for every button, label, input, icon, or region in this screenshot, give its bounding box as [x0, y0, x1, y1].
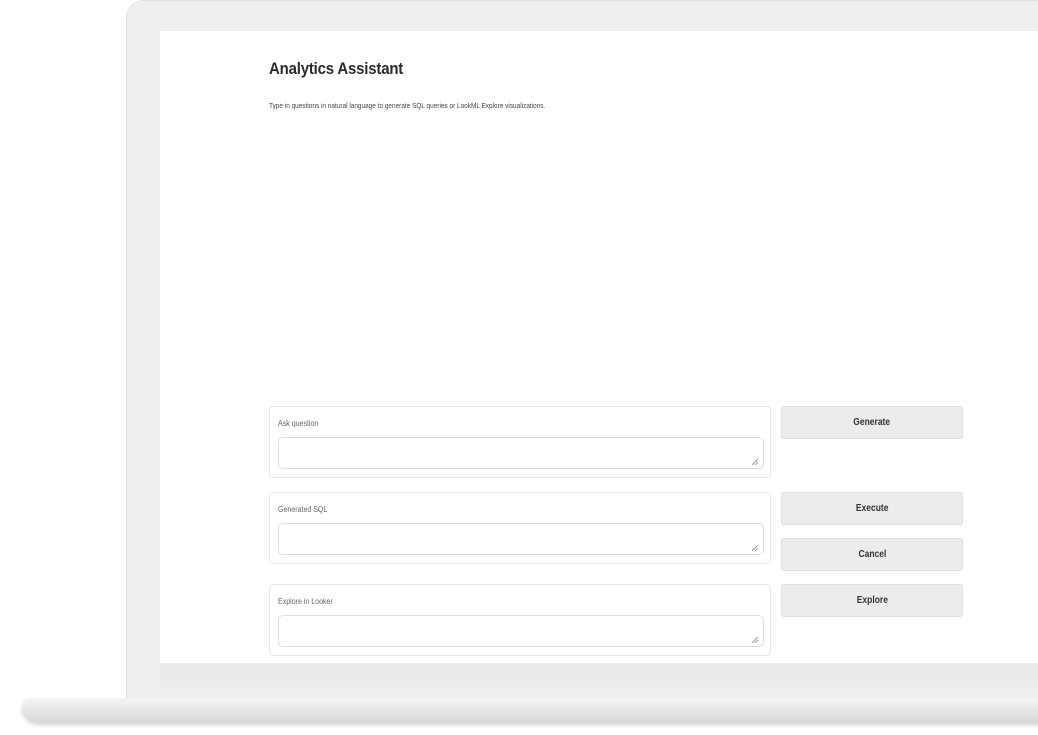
cancel-button-label: Cancel: [858, 549, 886, 560]
execute-button-label: Execute: [855, 503, 889, 514]
page-title: Analytics Assistant: [269, 59, 404, 78]
explore-button[interactable]: Explore: [781, 584, 963, 617]
cancel-button[interactable]: Cancel: [781, 538, 963, 571]
explore-in-looker-panel: Explore in Looker: [269, 584, 771, 656]
laptop-bezel-bottom: [160, 663, 1038, 687]
laptop-screen: Analytics Assistant Type in questions in…: [160, 31, 1038, 663]
explore-in-looker-input[interactable]: [278, 615, 764, 647]
execute-button[interactable]: Execute: [781, 492, 963, 525]
explore-in-looker-label: Explore in Looker: [278, 597, 333, 606]
explore-button-label: Explore: [856, 595, 888, 606]
generate-button[interactable]: Generate: [781, 406, 963, 439]
generate-button-label: Generate: [853, 417, 891, 428]
ask-question-input[interactable]: [278, 437, 764, 469]
ask-question-panel: Ask question: [269, 406, 771, 478]
laptop-base: [22, 698, 1038, 722]
ask-question-label: Ask question: [278, 419, 319, 428]
generated-sql-label: Generated SQL: [278, 505, 328, 514]
laptop-mockup: Analytics Assistant Type in questions in…: [0, 0, 1038, 735]
generated-sql-input[interactable]: [278, 523, 764, 555]
generated-sql-panel: Generated SQL: [269, 492, 771, 564]
page-subtitle: Type in questions in natural language to…: [269, 101, 546, 110]
